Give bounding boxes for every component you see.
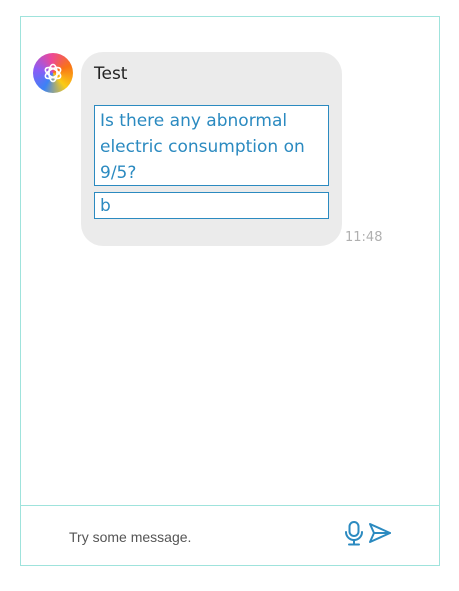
send-button[interactable]: [368, 522, 392, 544]
quick-reply-option-b[interactable]: b: [94, 192, 329, 219]
message-composer: [21, 505, 439, 565]
message-input[interactable]: [69, 525, 329, 549]
microphone-icon: [345, 521, 363, 546]
send-icon: [369, 523, 391, 543]
microphone-button[interactable]: [342, 519, 366, 547]
bot-avatar: [33, 53, 73, 93]
quick-reply-option-question[interactable]: Is there any abnormal electric consumpti…: [94, 105, 329, 186]
message-title: Test: [94, 64, 128, 84]
chat-window: Test Is there any abnormal electric cons…: [20, 16, 440, 566]
bot-message-bubble: Test Is there any abnormal electric cons…: [81, 52, 342, 246]
message-timestamp: 11:48: [345, 230, 383, 245]
openai-logo-icon: [44, 63, 62, 83]
